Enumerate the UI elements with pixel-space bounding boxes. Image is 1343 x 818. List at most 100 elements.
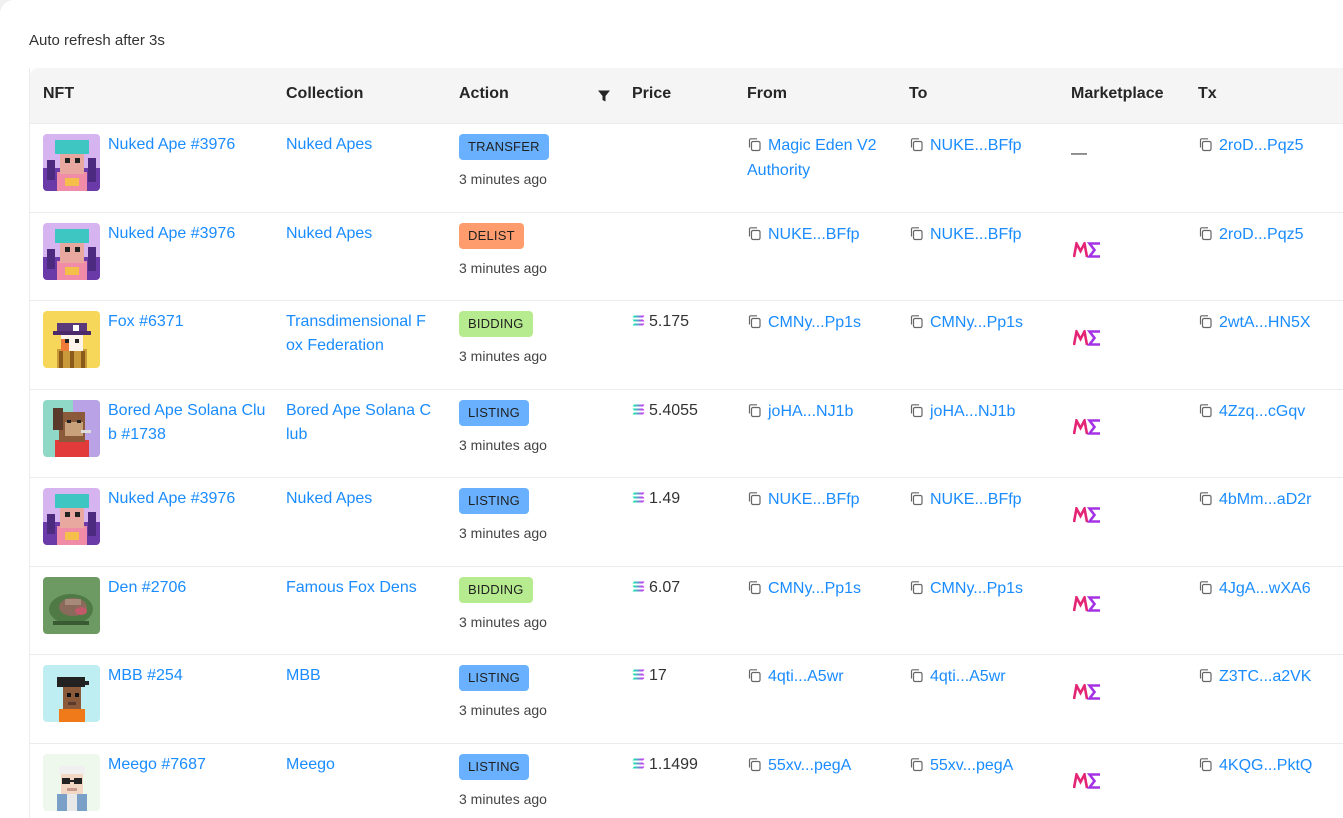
from-address[interactable]: joHA...NJ1b bbox=[747, 399, 887, 424]
copy-icon[interactable] bbox=[909, 580, 924, 595]
from-address-text[interactable]: joHA...NJ1b bbox=[768, 403, 853, 420]
nft-name-link[interactable]: Meego #7687 bbox=[108, 753, 268, 777]
tx-hash[interactable]: 2roD...Pqz5 bbox=[1198, 222, 1343, 247]
copy-icon[interactable] bbox=[909, 491, 924, 506]
copy-icon[interactable] bbox=[1198, 403, 1213, 418]
collection-link[interactable]: Nuked Apes bbox=[286, 222, 431, 246]
copy-icon[interactable] bbox=[1198, 137, 1213, 152]
nft-thumbnail[interactable] bbox=[43, 399, 100, 457]
activity-table: NFT Collection Action Price From To Mark… bbox=[29, 68, 1343, 818]
collection-link[interactable]: Famous Fox Dens bbox=[286, 576, 431, 600]
nft-name-link[interactable]: Nuked Ape #3976 bbox=[108, 487, 268, 511]
to-address-text[interactable]: CMNy...Pp1s bbox=[930, 580, 1023, 597]
copy-icon[interactable] bbox=[1198, 314, 1213, 329]
from-address[interactable]: NUKE...BFfp bbox=[747, 487, 887, 512]
from-address-text[interactable]: NUKE...BFfp bbox=[768, 491, 860, 508]
tx-hash-text[interactable]: 2roD...Pqz5 bbox=[1219, 226, 1303, 243]
price-amount: 1.1499 bbox=[649, 755, 698, 773]
tx-hash-text[interactable]: 4Zzq...cGqv bbox=[1219, 403, 1305, 420]
nft-thumbnail[interactable] bbox=[43, 134, 100, 191]
to-address-text[interactable]: 4qti...A5wr bbox=[930, 668, 1006, 685]
to-address[interactable]: NUKE...BFfp bbox=[909, 222, 1039, 247]
tx-hash-text[interactable]: 4bMm...aD2r bbox=[1219, 491, 1311, 508]
copy-icon[interactable] bbox=[1198, 580, 1213, 595]
from-address[interactable]: 4qti...A5wr bbox=[747, 664, 887, 689]
copy-icon[interactable] bbox=[909, 226, 924, 241]
to-address-text[interactable]: 55xv...pegA bbox=[930, 757, 1013, 774]
from-address[interactable]: Magic Eden V2 Authority bbox=[747, 133, 887, 183]
copy-icon[interactable] bbox=[909, 757, 924, 772]
copy-icon[interactable] bbox=[747, 491, 762, 506]
to-address-text[interactable]: NUKE...BFfp bbox=[930, 491, 1022, 508]
copy-icon[interactable] bbox=[747, 314, 762, 329]
copy-icon[interactable] bbox=[909, 403, 924, 418]
tx-hash[interactable]: 4bMm...aD2r bbox=[1198, 487, 1343, 512]
from-address[interactable]: NUKE...BFfp bbox=[747, 222, 887, 247]
copy-icon[interactable] bbox=[1198, 668, 1213, 683]
to-address[interactable]: joHA...NJ1b bbox=[909, 399, 1039, 424]
to-address[interactable]: 55xv...pegA bbox=[909, 753, 1039, 778]
filter-icon[interactable] bbox=[597, 89, 611, 103]
copy-icon[interactable] bbox=[747, 403, 762, 418]
tx-hash-text[interactable]: 2wtA...HN5X bbox=[1219, 314, 1311, 331]
tx-hash[interactable]: 4JgA...wXA6 bbox=[1198, 576, 1343, 601]
tx-hash[interactable]: 4Zzq...cGqv bbox=[1198, 399, 1343, 424]
copy-icon[interactable] bbox=[747, 226, 762, 241]
nft-name-link[interactable]: Bored Ape Solana Club #1738 bbox=[108, 399, 268, 447]
to-address-text[interactable]: NUKE...BFfp bbox=[930, 137, 1022, 154]
to-address-text[interactable]: joHA...NJ1b bbox=[930, 403, 1015, 420]
copy-icon[interactable] bbox=[909, 137, 924, 152]
copy-icon[interactable] bbox=[909, 668, 924, 683]
tx-hash[interactable]: Z3TC...a2VK bbox=[1198, 664, 1343, 689]
from-address[interactable]: CMNy...Pp1s bbox=[747, 576, 887, 601]
to-address-text[interactable]: NUKE...BFfp bbox=[930, 226, 1022, 243]
from-address-text[interactable]: 4qti...A5wr bbox=[768, 668, 844, 685]
nft-name-link[interactable]: Den #2706 bbox=[108, 576, 268, 600]
tx-hash[interactable]: 2wtA...HN5X bbox=[1198, 310, 1343, 335]
copy-icon[interactable] bbox=[747, 668, 762, 683]
collection-link[interactable]: Transdimensional Fox Federation bbox=[286, 310, 431, 358]
copy-icon[interactable] bbox=[1198, 757, 1213, 772]
tx-hash-text[interactable]: 4JgA...wXA6 bbox=[1219, 580, 1311, 597]
tx-hash-text[interactable]: Z3TC...a2VK bbox=[1219, 668, 1311, 685]
nft-thumbnail[interactable] bbox=[43, 753, 100, 811]
from-address-text[interactable]: CMNy...Pp1s bbox=[768, 580, 861, 597]
to-address[interactable]: CMNy...Pp1s bbox=[909, 310, 1039, 335]
tx-hash-text[interactable]: 2roD...Pqz5 bbox=[1219, 137, 1303, 154]
copy-icon[interactable] bbox=[747, 137, 762, 152]
nft-thumbnail[interactable] bbox=[43, 488, 100, 545]
copy-icon[interactable] bbox=[747, 757, 762, 772]
nft-thumbnail[interactable] bbox=[43, 222, 100, 280]
to-address[interactable]: NUKE...BFfp bbox=[909, 487, 1039, 512]
copy-icon[interactable] bbox=[1198, 226, 1213, 241]
nft-name-link[interactable]: Fox #6371 bbox=[108, 310, 268, 334]
nft-name-link[interactable]: Nuked Ape #3976 bbox=[108, 222, 268, 246]
collection-link[interactable]: Nuked Apes bbox=[286, 487, 431, 511]
collection-link[interactable]: Nuked Apes bbox=[286, 133, 431, 157]
to-address[interactable]: 4qti...A5wr bbox=[909, 664, 1039, 689]
from-address-text[interactable]: CMNy...Pp1s bbox=[768, 314, 861, 331]
nft-name-link[interactable]: MBB #254 bbox=[108, 664, 268, 688]
copy-icon[interactable] bbox=[909, 314, 924, 329]
from-address-text[interactable]: Magic Eden V2 Authority bbox=[747, 137, 877, 179]
from-address[interactable]: 55xv...pegA bbox=[747, 753, 887, 778]
to-address-text[interactable]: CMNy...Pp1s bbox=[930, 314, 1023, 331]
tx-hash[interactable]: 4KQG...PktQ bbox=[1198, 753, 1343, 778]
from-address-text[interactable]: 55xv...pegA bbox=[768, 757, 851, 774]
copy-icon[interactable] bbox=[1198, 491, 1213, 506]
price-amount: 6.07 bbox=[649, 578, 681, 596]
from-address[interactable]: CMNy...Pp1s bbox=[747, 310, 887, 335]
collection-link[interactable]: Bored Ape Solana Club bbox=[286, 399, 431, 447]
from-address-text[interactable]: NUKE...BFfp bbox=[768, 226, 860, 243]
to-address[interactable]: NUKE...BFfp bbox=[909, 133, 1039, 158]
nft-thumbnail[interactable] bbox=[43, 665, 100, 722]
tx-hash[interactable]: 2roD...Pqz5 bbox=[1198, 133, 1343, 158]
nft-thumbnail[interactable] bbox=[43, 576, 100, 634]
nft-thumbnail[interactable] bbox=[43, 311, 100, 368]
collection-link[interactable]: Meego bbox=[286, 753, 431, 777]
nft-name-link[interactable]: Nuked Ape #3976 bbox=[108, 133, 268, 157]
copy-icon[interactable] bbox=[747, 580, 762, 595]
collection-link[interactable]: MBB bbox=[286, 664, 431, 688]
tx-hash-text[interactable]: 4KQG...PktQ bbox=[1219, 757, 1312, 774]
to-address[interactable]: CMNy...Pp1s bbox=[909, 576, 1039, 601]
